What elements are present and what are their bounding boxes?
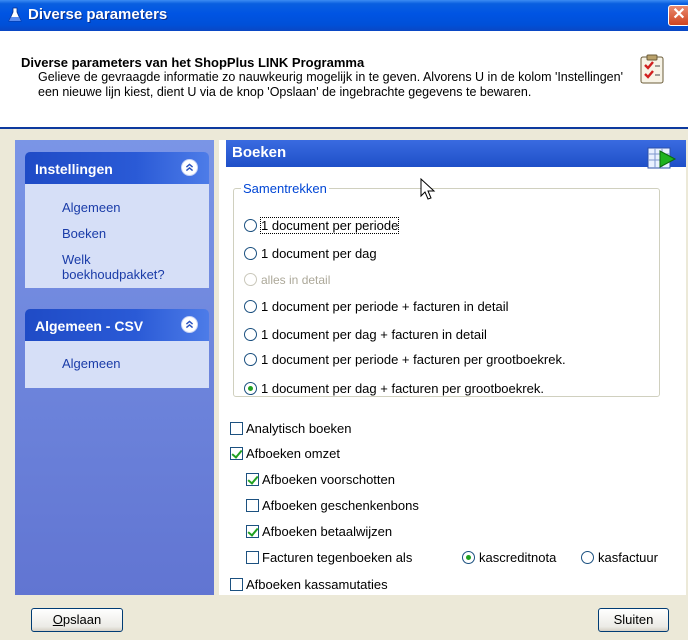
window-title: Diverse parameters (28, 6, 168, 23)
radio-button[interactable] (244, 353, 257, 366)
radio-button[interactable] (244, 328, 257, 341)
close-window-button[interactable]: ✕ (668, 5, 688, 26)
nav-group-title: Instellingen (35, 161, 113, 177)
checkbox-label: Afboeken geschenkenbons (262, 498, 419, 513)
header-title: Diverse parameters van het ShopPlus LINK… (21, 55, 365, 70)
nav-group-title: Algemeen - CSV (35, 318, 144, 334)
nav-item-boeken[interactable]: Boeken (62, 226, 106, 241)
nav-item-csv-algemeen[interactable]: Algemeen (62, 356, 121, 371)
radio-dag-grootboekrek[interactable]: 1 document per dag + facturen per grootb… (244, 381, 544, 396)
radio-label: kascreditnota (479, 550, 557, 565)
checkbox[interactable] (246, 499, 259, 512)
radio-button[interactable] (244, 247, 257, 260)
nav-item-algemeen[interactable]: Algemeen (62, 200, 121, 215)
checkbox-afboeken-betaalwijzen[interactable]: Afboeken betaalwijzen (246, 524, 392, 539)
radio-periode-facturen-detail[interactable]: 1 document per periode + facturen in det… (244, 299, 509, 314)
nav-group-csv-header[interactable]: Algemeen - CSV (25, 309, 209, 341)
radio-label: 1 document per dag + facturen in detail (261, 327, 487, 342)
save-label: pslaan (62, 612, 102, 627)
collapse-chevron-icon[interactable] (181, 316, 198, 333)
nav-group-csv-body: Algemeen (25, 341, 209, 388)
checkbox[interactable] (246, 551, 259, 564)
checkbox[interactable] (230, 578, 243, 591)
checkbox-checked[interactable] (246, 473, 259, 486)
header-panel: Diverse parameters van het ShopPlus LINK… (0, 31, 688, 129)
checkbox-afboeken-geschenkenbons[interactable]: Afboeken geschenkenbons (246, 498, 419, 513)
radio-document-per-periode[interactable]: 1 document per periode (244, 217, 400, 234)
nav-group-instellingen-header[interactable]: Instellingen (25, 152, 209, 184)
close-icon: ✕ (672, 6, 686, 23)
nav-group-instellingen-body: Algemeen Boeken Welk boekhoudpakket? (25, 184, 209, 288)
checkbox-label: Afboeken omzet (246, 446, 340, 461)
checkbox-facturen-tegenboeken[interactable]: Facturen tegenboeken als (246, 550, 412, 565)
content-panel: Boeken Samentrekken 1 document per perio… (219, 140, 686, 595)
radio-periode-grootboekrek[interactable]: 1 document per periode + facturen per gr… (244, 352, 566, 367)
close-label: Sluiten (613, 612, 654, 627)
checklist-clipboard-icon (640, 54, 664, 84)
radio-button-selected[interactable] (244, 382, 257, 395)
checkbox-label: Afboeken betaalwijzen (262, 524, 393, 539)
nav-item-boekhoudpakket[interactable]: Welk boekhoudpakket? (62, 252, 182, 282)
header-description: Gelieve de gevraagde informatie zo nauwk… (38, 70, 623, 99)
checkbox-afboeken-omzet[interactable]: Afboeken omzet (230, 446, 340, 461)
checkbox-label: Afboeken voorschotten (262, 472, 395, 487)
radio-label: alles in detail (261, 273, 331, 287)
app-flask-icon (8, 7, 22, 22)
section-header: Boeken (226, 140, 686, 167)
radio-button (244, 273, 257, 286)
radio-label: 1 document per periode (259, 217, 400, 234)
save-mnemonic: O (52, 612, 63, 627)
samentrekken-legend: Samentrekken (241, 181, 329, 196)
checkbox-afboeken-kassamutaties[interactable]: Afboeken kassamutaties (230, 577, 388, 592)
close-button[interactable]: Sluiten (598, 608, 669, 632)
radio-button[interactable] (581, 551, 594, 564)
checkbox-afboeken-voorschotten[interactable]: Afboeken voorschotten (246, 472, 395, 487)
main-area: Instellingen Algemeen Boeken Welk boekho… (0, 129, 688, 640)
radio-label: 1 document per periode + facturen per gr… (261, 352, 566, 367)
radio-kasfactuur[interactable]: kasfactuur (581, 550, 658, 565)
mouse-cursor-icon (420, 178, 436, 200)
checkbox-analytisch-boeken[interactable]: Analytisch boeken (230, 421, 352, 436)
checkbox-label: Analytisch boeken (246, 421, 352, 436)
checkbox-checked[interactable] (246, 525, 259, 538)
section-title: Boeken (232, 144, 287, 161)
checkbox-label: Facturen tegenboeken als (262, 550, 413, 565)
radio-label: kasfactuur (598, 550, 658, 565)
radio-button-selected[interactable] (462, 551, 475, 564)
checkbox-checked[interactable] (230, 447, 243, 460)
collapse-chevron-icon[interactable] (181, 159, 198, 176)
radio-label: 1 document per dag + facturen per grootb… (261, 381, 544, 396)
checkbox[interactable] (230, 422, 243, 435)
radio-button[interactable] (244, 300, 257, 313)
navigation-panel: Instellingen Algemeen Boeken Welk boekho… (15, 140, 214, 595)
radio-alles-in-detail: alles in detail (244, 273, 330, 287)
radio-label: 1 document per dag (261, 246, 377, 261)
radio-kascreditnota[interactable]: kascreditnota (462, 550, 556, 565)
window-titlebar[interactable]: Diverse parameters ✕ (0, 0, 688, 31)
radio-button[interactable] (244, 219, 257, 232)
radio-document-per-dag[interactable]: 1 document per dag (244, 246, 377, 261)
radio-label: 1 document per periode + facturen in det… (261, 299, 509, 314)
run-grid-icon[interactable] (647, 145, 677, 171)
save-button[interactable]: Opslaan (31, 608, 123, 632)
checkbox-label: Afboeken kassamutaties (246, 577, 388, 592)
radio-dag-facturen-detail[interactable]: 1 document per dag + facturen in detail (244, 327, 487, 342)
